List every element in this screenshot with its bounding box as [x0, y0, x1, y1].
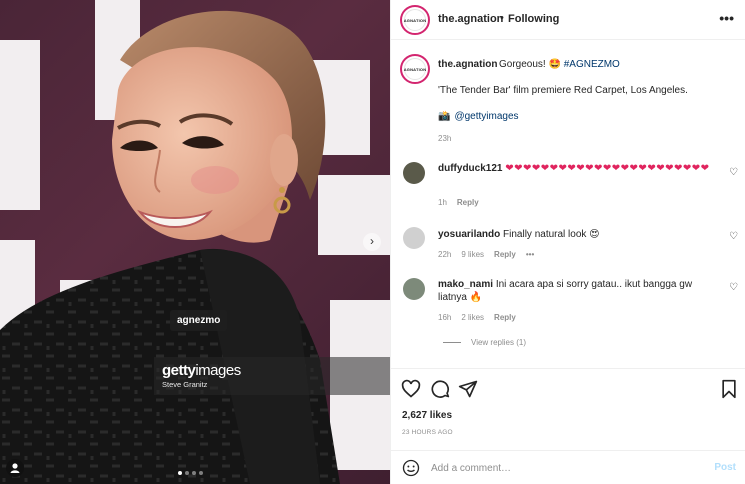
caption-avatar[interactable]: AGNATION: [400, 54, 430, 84]
emoji-icon[interactable]: [402, 459, 420, 477]
person-figure: [0, 10, 340, 484]
comment-text: mako_nami Ini acara apa si sorry gatau..…: [438, 278, 718, 304]
comment-input[interactable]: [431, 459, 701, 477]
tagged-user-icon[interactable]: [6, 459, 24, 477]
post-details-panel: AGNATION the.agnation • Following ••• AG…: [390, 0, 745, 484]
photo-credit: Steve Granitz: [162, 380, 208, 389]
reply-button[interactable]: Reply: [457, 198, 479, 207]
header-username[interactable]: the.agnation: [438, 13, 503, 25]
comment-text: duffyduck121 ❤❤❤❤❤❤❤❤❤❤❤❤❤❤❤❤❤❤❤❤❤❤❤: [438, 162, 713, 175]
view-replies-button[interactable]: View replies (1): [443, 338, 526, 347]
hashtag-link[interactable]: #AGNEZMO: [564, 59, 620, 70]
comment-likes[interactable]: 9 likes: [461, 250, 484, 259]
comment-likes[interactable]: 2 likes: [461, 313, 484, 322]
comment-username[interactable]: duffyduck121: [438, 163, 502, 174]
post-viewer: agnezmo gettyimages Steve Granitz › AGNA…: [0, 0, 745, 484]
carousel-dot: [192, 471, 196, 475]
comment-text: yosuarilando Finally natural look 😍: [438, 228, 713, 241]
avatar[interactable]: [403, 227, 425, 249]
post-header: AGNATION the.agnation • Following •••: [391, 0, 745, 40]
carousel-dots: [178, 471, 203, 475]
header-separator: •: [500, 12, 504, 24]
caption-line: 'The Tender Bar' film premiere Red Carpe…: [438, 85, 688, 96]
camera-emoji: 📸: [438, 111, 451, 122]
caption-credit-line: 📸 @gettyimages: [438, 111, 519, 122]
caption-text: Gorgeous! 🤩 #AGNEZMO: [499, 59, 620, 70]
heart-outline-icon[interactable]: ♡: [729, 282, 738, 293]
caption-timestamp: 23h: [438, 134, 452, 143]
post-timestamp: 23 HOURS AGO: [402, 429, 453, 436]
reply-button[interactable]: Reply: [494, 250, 516, 259]
getty-watermark: gettyimages Steve Granitz: [154, 357, 390, 395]
heart-icon[interactable]: [401, 379, 421, 399]
comment-time: 1h: [438, 198, 447, 207]
avatar[interactable]: [403, 278, 425, 300]
post-photo[interactable]: agnezmo gettyimages Steve Granitz ›: [0, 0, 390, 484]
carousel-dot: [185, 471, 189, 475]
more-horizontal-icon[interactable]: •••: [719, 10, 734, 26]
post-button[interactable]: Post: [714, 462, 736, 473]
heart-outline-icon[interactable]: ♡: [729, 231, 738, 242]
user-tag-label[interactable]: agnezmo: [170, 310, 228, 331]
comment-body: Finally natural look 😍: [503, 229, 600, 240]
caption-username[interactable]: the.agnation: [438, 59, 497, 70]
comment-meta: 22h 9 likes Reply •••: [438, 250, 544, 259]
chevron-right-icon[interactable]: ›: [363, 233, 381, 251]
add-comment-bar: Post: [391, 450, 745, 484]
carousel-dot: [178, 471, 182, 475]
bookmark-icon[interactable]: [719, 379, 739, 399]
more-options-icon[interactable]: •••: [526, 250, 534, 259]
comment-username[interactable]: mako_nami: [438, 279, 493, 290]
share-icon[interactable]: [458, 379, 478, 399]
comment-meta: 16h 2 likes Reply: [438, 313, 526, 322]
comment-icon[interactable]: [430, 379, 450, 399]
comment-time: 16h: [438, 313, 452, 322]
comment-meta: 1h Reply: [438, 198, 489, 207]
heart-outline-icon[interactable]: ♡: [729, 167, 738, 178]
getty-logo: gettyimages: [162, 362, 241, 379]
reply-button[interactable]: Reply: [494, 313, 516, 322]
avatar[interactable]: [403, 162, 425, 184]
following-button[interactable]: Following: [508, 13, 559, 25]
divider: [443, 342, 461, 344]
carousel-dot: [199, 471, 203, 475]
comment-time: 22h: [438, 250, 452, 259]
likes-count[interactable]: 2,627 likes: [402, 410, 452, 421]
mention-link[interactable]: @gettyimages: [454, 111, 518, 122]
avatar[interactable]: AGNATION: [400, 5, 430, 35]
comment-username[interactable]: yosuarilando: [438, 229, 500, 240]
post-actions: 2,627 likes 23 HOURS AGO: [391, 368, 745, 448]
comment-body: ❤❤❤❤❤❤❤❤❤❤❤❤❤❤❤❤❤❤❤❤❤❤❤: [505, 163, 710, 174]
